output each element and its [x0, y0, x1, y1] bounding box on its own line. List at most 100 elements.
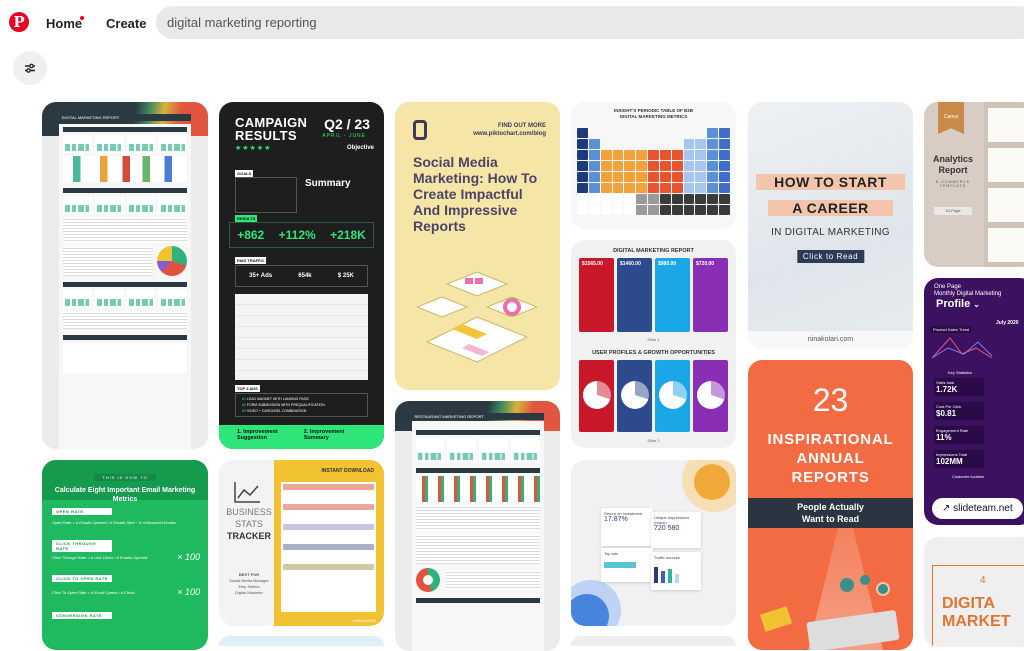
periodic-cell — [707, 172, 719, 182]
source-link-button[interactable]: ↗ slideteam.net — [932, 498, 1023, 519]
kpi-row: +862 +112% +218K — [229, 222, 374, 248]
periodic-cell — [660, 128, 671, 138]
periodic-cell — [719, 172, 730, 182]
pin-piktochart-social-media[interactable]: FIND OUT MORE www.piktochart.com/blog Soc… — [395, 102, 560, 390]
periodic-cell — [719, 139, 730, 149]
pie-chart — [157, 246, 188, 276]
periodic-cell — [660, 139, 671, 149]
metric-label: CONVERSION RATE — [52, 612, 112, 619]
pin-email-metrics[interactable]: THIS IS HOW TO Calculate Eight Important… — [42, 460, 208, 650]
periodic-cell — [600, 150, 612, 160]
periodic-cell — [719, 161, 730, 171]
arrow-up-right-icon: ↗ — [942, 503, 951, 514]
periodic-cell — [648, 205, 659, 215]
periodic-cell — [648, 128, 659, 138]
pin-digital-marketing[interactable]: 4 DIGITA MARKET — [924, 537, 1024, 647]
top-ads-list: #1 LEAD MAGNET WITH LANDING PAGE #2 FORM… — [235, 393, 368, 417]
metric-formula: Click Through Rate = # Link Clicks / # E… — [52, 552, 200, 562]
periodic-cell — [659, 150, 671, 160]
periodic-cell — [624, 205, 636, 215]
pin-inspirational-annual-reports[interactable]: 23 INSPIRATIONAL ANNUAL REPORTS People A… — [748, 360, 913, 650]
dashboard-title: RESTAURANT MARKETING REPORT — [411, 413, 544, 420]
periodic-cell — [624, 150, 636, 160]
source-domain: ninakolari.com — [748, 331, 913, 349]
pin-peek[interactable] — [571, 636, 736, 646]
periodic-cell — [600, 194, 612, 204]
periodic-cell — [684, 128, 695, 138]
periodic-grid — [577, 128, 730, 215]
pin-campaign-results[interactable]: CAMPAIGN RESULTS Q2 / 23 APRIL - JUNE ★★★… — [219, 102, 384, 449]
pin-title: Social Media Marketing: How To Create Im… — [413, 154, 538, 234]
periodic-cell — [683, 161, 695, 171]
periodic-cell — [600, 183, 612, 193]
pin-periodic-table[interactable]: INSIGHT'S PERIODIC TABLE OF B2B DIGITAL … — [571, 102, 736, 229]
periodic-cell — [636, 150, 648, 160]
pin-restaurant-marketing-report[interactable]: RESTAURANT MARKETING REPORT — [395, 401, 560, 651]
periodic-cell — [695, 194, 707, 204]
globe-icon — [840, 578, 854, 592]
periodic-cell — [707, 128, 719, 138]
periodic-cell — [612, 150, 624, 160]
kicker: THIS IS HOW TO — [94, 474, 156, 481]
periodic-cell — [624, 161, 636, 171]
periodic-cell — [671, 205, 683, 215]
metric-label: CLICK TO OPEN RATE — [52, 575, 112, 582]
filter-button[interactable] — [13, 51, 47, 85]
results-table — [235, 294, 368, 380]
search-input[interactable] — [156, 6, 1024, 39]
sales-trend-chart — [932, 337, 993, 359]
pin-peek[interactable] — [219, 636, 384, 646]
periodic-cell — [624, 139, 635, 149]
pin-slideteam-monthly-report[interactable]: One Page Monthly Digital Marketing Profil… — [924, 278, 1024, 525]
pin-career-digital-marketing[interactable]: HOW TO START A CAREER IN DIGITAL MARKETI… — [748, 102, 913, 349]
pin-title: INSIGHT'S PERIODIC TABLE OF B2B DIGITAL … — [614, 108, 693, 119]
pin-digital-marketing-report[interactable]: DIGITAL MARKETING REPORT — [42, 102, 208, 449]
click-to-read-button[interactable]: Click to Read — [796, 250, 865, 263]
nav-create[interactable]: Create — [106, 16, 146, 31]
periodic-cell — [695, 183, 707, 193]
periodic-cell — [577, 128, 588, 138]
bar-chart — [415, 476, 540, 502]
periodic-cell — [588, 150, 600, 160]
periodic-cell — [600, 205, 612, 215]
periodic-cell — [636, 205, 648, 215]
periodic-cell — [636, 172, 648, 182]
pin-ad-metrics[interactable]: Return on investment 17.87% Unique impres… — [571, 460, 736, 626]
periodic-cell — [577, 139, 588, 149]
periodic-cell — [683, 183, 695, 193]
pin-canva-analytics-report[interactable]: Canva Analytics Report E-COMMERCE TEMPLA… — [924, 102, 1024, 267]
periodic-cell — [659, 161, 671, 171]
metric-formula: Click To Open Rate = # Email Opens / # C… — [52, 587, 200, 597]
periodic-cell — [659, 205, 671, 215]
pin-title: Calculate Eight Important Email Marketin… — [54, 487, 196, 503]
canva-badge: Canva — [938, 102, 964, 134]
donut-chart — [415, 568, 440, 592]
periodic-cell — [589, 128, 600, 138]
periodic-cell — [707, 150, 719, 160]
periodic-cell — [695, 150, 707, 160]
periodic-cell — [612, 161, 624, 171]
periodic-cell — [600, 161, 612, 171]
periodic-cell — [707, 139, 719, 149]
periodic-cell — [648, 183, 659, 193]
periodic-cell — [636, 161, 648, 171]
periodic-cell — [648, 161, 659, 171]
periodic-cell — [672, 139, 683, 149]
report-illustration — [417, 271, 537, 363]
periodic-cell — [636, 194, 648, 204]
periodic-cell — [707, 205, 719, 215]
periodic-cell — [612, 205, 624, 215]
pin-social-report[interactable]: DIGITAL MARKETING REPORT $1565.00 $1460.… — [571, 240, 736, 448]
periodic-cell — [577, 183, 588, 193]
periodic-cell — [648, 194, 659, 204]
star-rating: ★★★★★ — [235, 145, 272, 152]
periodic-cell — [707, 194, 719, 204]
periodic-cell — [577, 161, 588, 171]
pin-business-stats-tracker[interactable]: INSTANT DOWNLOAD BUSINESS STATS TRACKER BE… — [219, 460, 384, 626]
pinterest-logo-icon[interactable]: P — [9, 12, 29, 32]
nav-home[interactable]: Home — [46, 16, 82, 31]
periodic-cell — [588, 139, 600, 149]
periodic-cell — [659, 194, 671, 204]
periodic-cell — [624, 128, 635, 138]
periodic-cell — [695, 161, 707, 171]
